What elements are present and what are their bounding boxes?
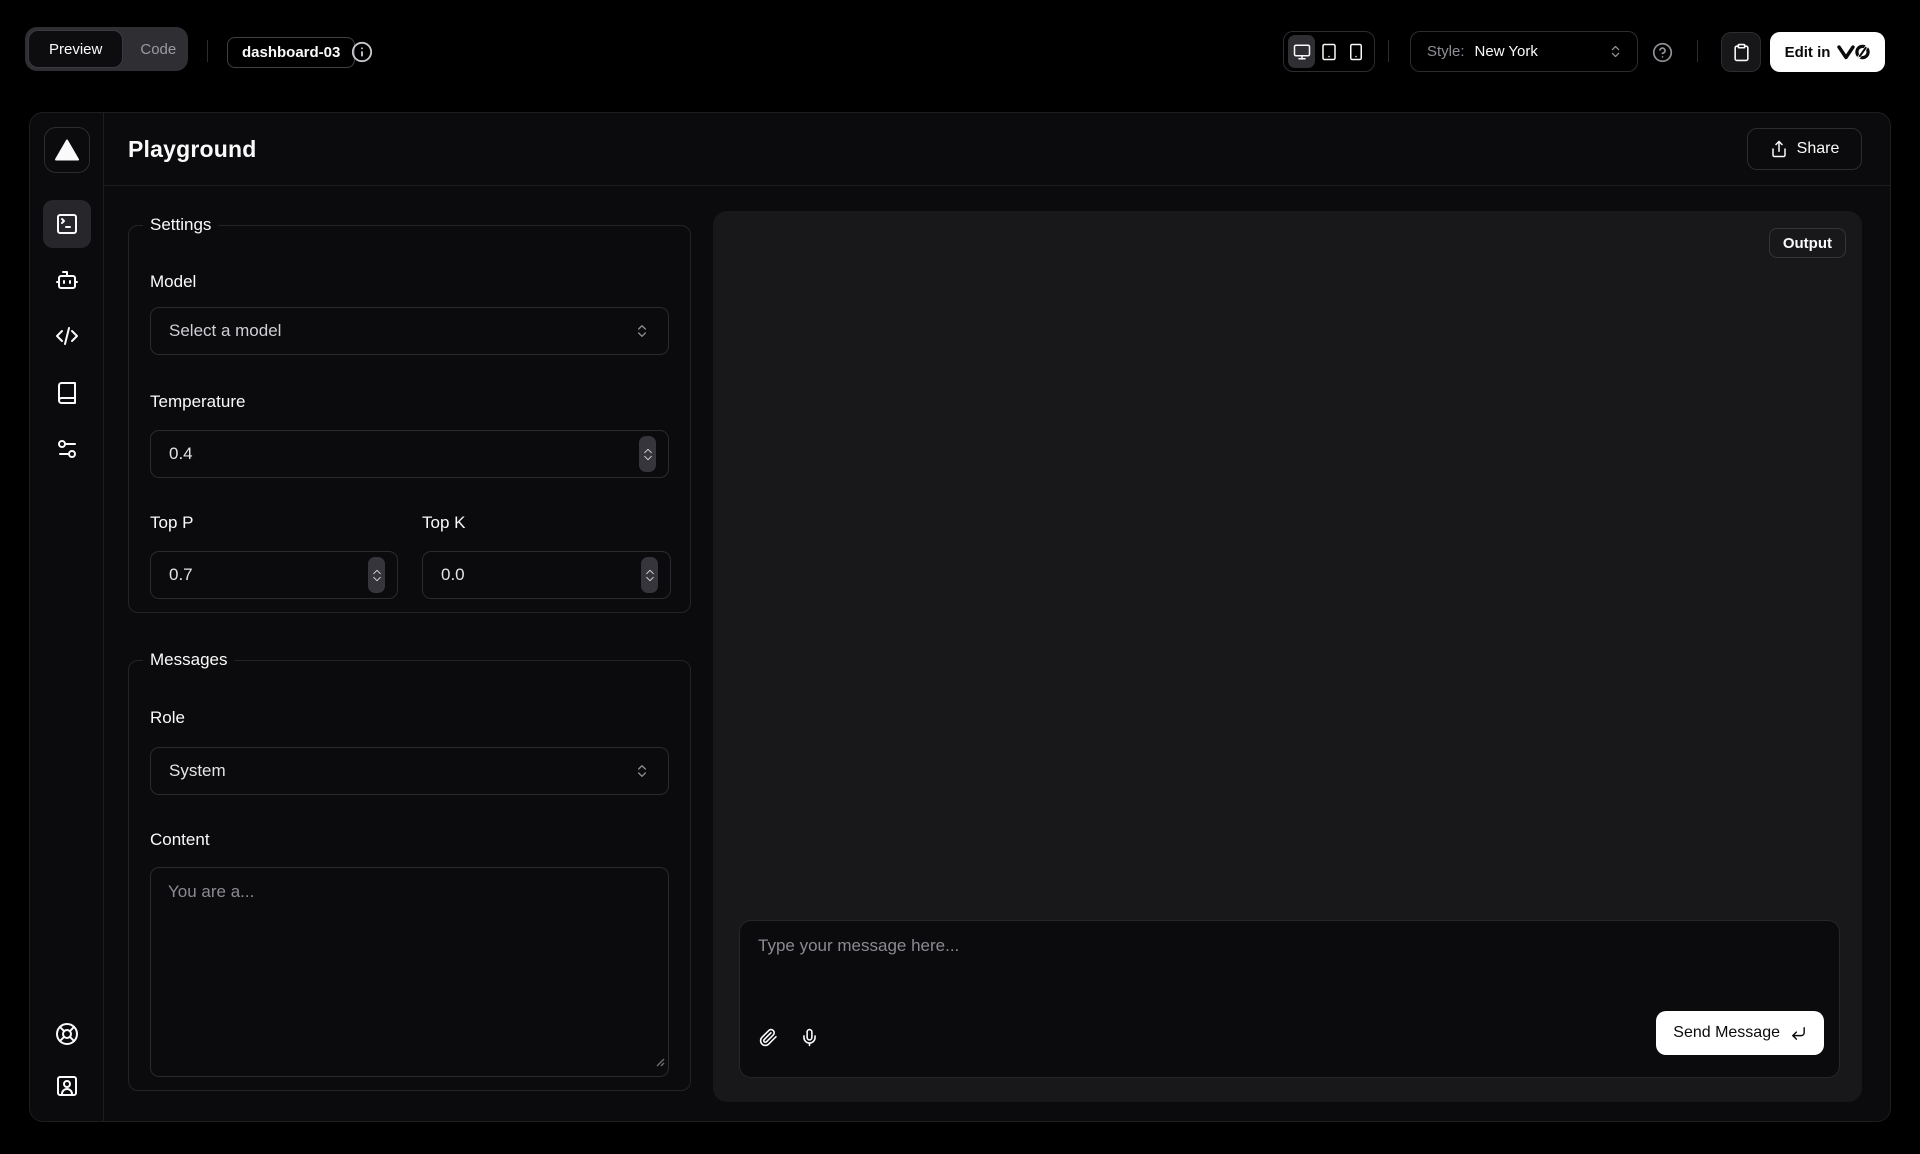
sidebar-item-settings[interactable] <box>43 425 91 473</box>
tablet-icon <box>1320 43 1338 61</box>
style-select[interactable]: Style: New York <box>1410 31 1638 72</box>
desktop-view-button[interactable] <box>1288 35 1315 68</box>
smartphone-icon <box>1347 43 1365 61</box>
monitor-icon <box>1293 43 1311 61</box>
mic-icon <box>800 1028 819 1047</box>
model-label: Model <box>150 272 196 292</box>
preview-tab[interactable]: Preview <box>29 31 122 67</box>
send-message-button[interactable]: Send Message <box>1656 1011 1824 1055</box>
role-select[interactable]: System <box>150 747 669 795</box>
top-toolbar: Preview Code dashboard-03 Style: New Yor… <box>0 0 1920 112</box>
use-microphone-button[interactable] <box>791 1019 827 1055</box>
v0-logo <box>1837 44 1870 60</box>
top-p-value: 0.7 <box>169 565 193 585</box>
top-p-input[interactable]: 0.7 <box>150 551 398 599</box>
home-logo-button[interactable] <box>44 127 90 173</box>
message-composer: Send Message <box>739 920 1840 1078</box>
info-icon[interactable] <box>351 41 373 63</box>
settings-group: Settings Model Select a model Temperatur… <box>128 215 691 613</box>
help-circle-icon[interactable] <box>1652 42 1673 63</box>
project-badge: dashboard-03 <box>227 37 355 68</box>
sidebar-item-models[interactable] <box>43 256 91 304</box>
app-panel: Playground Share Settings Model Select a… <box>29 112 1891 1122</box>
phone-view-button[interactable] <box>1343 35 1370 68</box>
square-user-icon <box>55 1074 79 1098</box>
sidebar-item-help[interactable] <box>43 1010 91 1058</box>
code-icon <box>55 324 79 348</box>
chevrons-up-down-icon <box>634 323 650 339</box>
device-preview-toggle <box>1283 31 1375 72</box>
toolbar-divider <box>1388 40 1389 62</box>
role-select-value: System <box>169 761 226 781</box>
chevrons-up-down-icon <box>634 763 650 779</box>
style-select-label: Style: <box>1427 43 1465 60</box>
content-textarea[interactable] <box>150 867 669 1077</box>
corner-down-left-icon <box>1790 1025 1807 1042</box>
messages-legend: Messages <box>143 650 234 670</box>
temperature-stepper[interactable] <box>639 436 656 472</box>
share-label: Share <box>1797 140 1840 158</box>
role-label: Role <box>150 708 185 728</box>
send-message-label: Send Message <box>1673 1024 1780 1042</box>
preview-code-toggle: Preview Code <box>25 27 188 71</box>
edit-in-v0-button[interactable]: Edit in <box>1770 32 1885 72</box>
life-buoy-icon <box>55 1022 79 1046</box>
share-button[interactable]: Share <box>1747 128 1862 170</box>
temperature-label: Temperature <box>150 392 245 412</box>
copy-code-button[interactable] <box>1721 32 1761 72</box>
output-panel: Output Send Message <box>713 211 1862 1102</box>
top-k-stepper[interactable] <box>641 557 658 593</box>
top-k-label: Top K <box>422 513 465 533</box>
paperclip-icon <box>759 1028 778 1047</box>
book-icon <box>55 381 79 405</box>
toolbar-divider <box>1697 40 1698 62</box>
triangle-logo <box>55 139 79 161</box>
temperature-input[interactable]: 0.4 <box>150 430 669 478</box>
sidebar <box>30 113 104 1121</box>
output-badge: Output <box>1769 228 1846 258</box>
sidebar-item-playground[interactable] <box>43 200 91 248</box>
tablet-view-button[interactable] <box>1315 35 1342 68</box>
toolbar-divider <box>207 40 208 62</box>
temperature-value: 0.4 <box>169 444 193 464</box>
model-select[interactable]: Select a model <box>150 307 669 355</box>
top-k-input[interactable]: 0.0 <box>422 551 671 599</box>
page-header: Playground Share <box>104 113 1890 186</box>
model-select-value: Select a model <box>169 321 281 341</box>
top-p-label: Top P <box>150 513 193 533</box>
bot-icon <box>55 268 79 292</box>
sidebar-item-api[interactable] <box>43 312 91 360</box>
square-terminal-icon <box>55 212 79 236</box>
settings2-icon <box>55 437 79 461</box>
main-content: Settings Model Select a model Temperatur… <box>104 186 1890 1121</box>
settings-legend: Settings <box>143 215 218 235</box>
content-label: Content <box>150 830 210 850</box>
top-k-value: 0.0 <box>441 565 465 585</box>
message-input[interactable] <box>740 921 1839 1009</box>
messages-group: Messages Role System Content <box>128 650 691 1091</box>
sidebar-item-documentation[interactable] <box>43 369 91 417</box>
sidebar-item-account[interactable] <box>43 1062 91 1110</box>
page-title: Playground <box>128 136 257 163</box>
edit-in-label: Edit in <box>1785 44 1831 61</box>
attach-file-button[interactable] <box>750 1019 786 1055</box>
code-tab[interactable]: Code <box>122 31 194 67</box>
share-icon <box>1770 140 1788 158</box>
clipboard-icon <box>1732 43 1751 62</box>
style-select-value: New York <box>1475 43 1538 60</box>
chevrons-up-down-icon <box>1608 44 1623 59</box>
top-p-stepper[interactable] <box>368 557 385 593</box>
